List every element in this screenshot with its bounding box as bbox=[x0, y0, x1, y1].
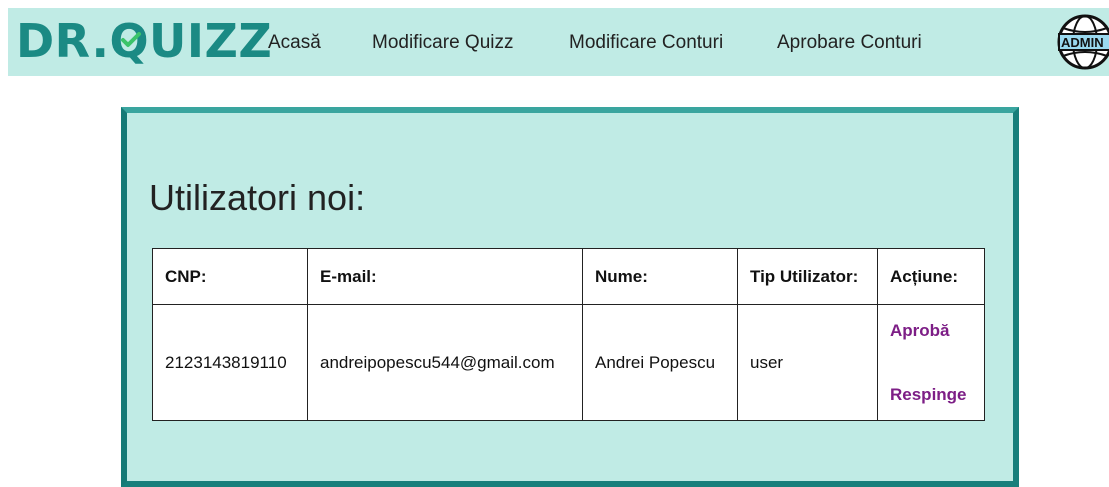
admin-globe-icon: ADMIN bbox=[1057, 14, 1109, 70]
admin-avatar[interactable]: ADMIN bbox=[1053, 14, 1109, 70]
table-header-row: CNP: E-mail: Nume: Tip Utilizator: Acțiu… bbox=[152, 248, 985, 305]
top-navbar: DR.Q UIZZ Acasă Modificare Quizz Modifica… bbox=[8, 8, 1109, 76]
approve-link[interactable]: Aprobă bbox=[890, 320, 972, 342]
cell-tip: user bbox=[737, 304, 878, 421]
nav-home[interactable]: Acasă bbox=[268, 32, 321, 54]
table-row: 2123143819110 andreipopescu544@gmail.com… bbox=[152, 304, 985, 421]
cell-nume: Andrei Popescu bbox=[582, 304, 738, 421]
page-title: Utilizatori noi: bbox=[149, 177, 366, 218]
nav-modificare-conturi[interactable]: Modificare Conturi bbox=[569, 32, 723, 54]
cell-cnp: 2123143819110 bbox=[152, 304, 308, 421]
column-header-email: E-mail: bbox=[307, 248, 583, 305]
nav-aprobare-conturi[interactable]: Aprobare Conturi bbox=[777, 32, 922, 54]
logo-text: DR.Q UIZZ bbox=[16, 14, 273, 68]
column-header-nume: Nume: bbox=[582, 248, 738, 305]
check-icon bbox=[121, 32, 142, 47]
admin-badge-text: ADMIN bbox=[1061, 35, 1104, 50]
column-header-actiune: Acțiune: bbox=[877, 248, 985, 305]
cell-actiune: Aprobă Respinge bbox=[877, 304, 985, 421]
column-header-tip: Tip Utilizator: bbox=[737, 248, 878, 305]
column-header-cnp: CNP: bbox=[152, 248, 308, 305]
nav-modificare-quizz[interactable]: Modificare Quizz bbox=[372, 32, 514, 54]
cell-email: andreipopescu544@gmail.com bbox=[307, 304, 583, 421]
new-users-table: CNP: E-mail: Nume: Tip Utilizator: Acțiu… bbox=[152, 248, 985, 421]
logo[interactable]: DR.Q UIZZ bbox=[16, 12, 272, 70]
reject-link[interactable]: Respinge bbox=[890, 384, 972, 406]
